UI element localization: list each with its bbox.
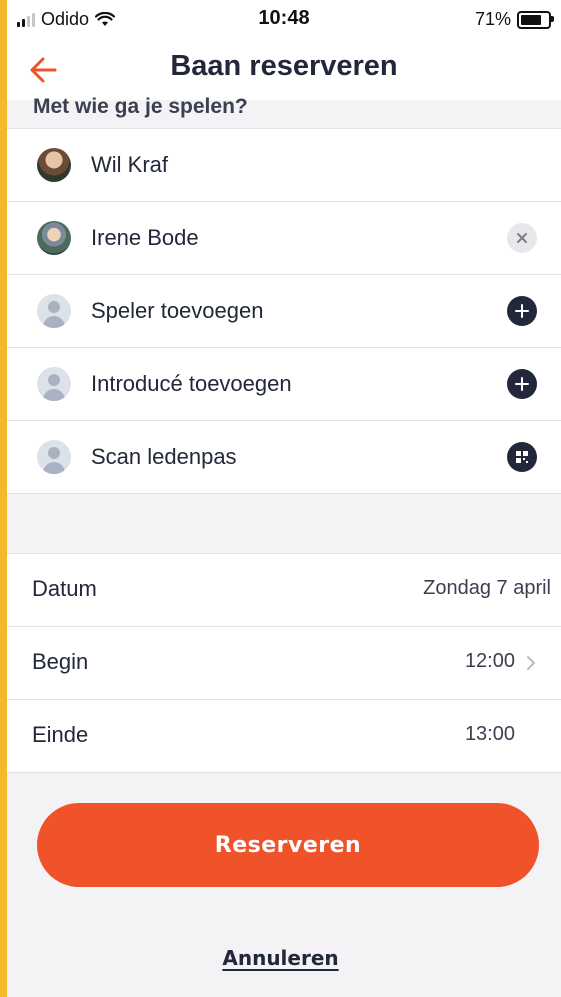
- user-placeholder-icon: [37, 294, 71, 328]
- add-player-row[interactable]: Speler toevoegen: [7, 275, 561, 348]
- plus-icon: [515, 377, 529, 391]
- plus-icon: [515, 304, 529, 318]
- avatar: [37, 221, 71, 255]
- date-label: Datum: [32, 576, 97, 601]
- reserve-button[interactable]: Reserveren: [37, 803, 539, 887]
- battery-percentage: 71%: [474, 9, 511, 29]
- top-bar: Baan reserveren: [7, 40, 561, 100]
- add-guest-row[interactable]: Introducé toevoegen: [7, 348, 561, 421]
- players-section-title: Met wie ga je spelen?: [33, 95, 248, 118]
- app-screen: Odido 10:48 71% Baan reserveren Met wie …: [7, 0, 561, 997]
- player-row-irene-bode: Irene Bode: [7, 202, 561, 275]
- players-list: Wil Kraf Irene Bode Speler toevoegen Int…: [7, 128, 561, 494]
- date-value: Zondag 7 april: [423, 577, 551, 599]
- add-player-label: Speler toevoegen: [91, 298, 264, 323]
- chevron-right-icon: [527, 656, 535, 670]
- add-player-button[interactable]: [507, 296, 537, 326]
- begin-value: 12:00: [464, 650, 515, 672]
- end-value: 13:00: [464, 723, 515, 745]
- add-guest-label: Introducé toevoegen: [91, 371, 292, 396]
- player-name: Wil Kraf: [91, 152, 168, 177]
- date-row: Datum Zondag 7 april: [7, 554, 561, 627]
- end-label: Einde: [32, 722, 89, 747]
- reservation-details: Datum Zondag 7 april Begin 12:00 Einde 1…: [7, 553, 561, 773]
- remove-player-button[interactable]: [507, 223, 537, 253]
- player-name: Irene Bode: [91, 225, 199, 250]
- cancel-link[interactable]: Annuleren: [0, 946, 561, 970]
- status-bar: Odido 10:48 71%: [7, 0, 561, 40]
- battery-info: 71%: [474, 9, 554, 30]
- begin-time-row[interactable]: Begin 12:00: [7, 627, 561, 700]
- player-row-wil-kraf: Wil Kraf: [7, 129, 561, 202]
- scan-card-label: Scan ledenpas: [91, 444, 237, 469]
- scan-card-button[interactable]: [507, 442, 537, 472]
- add-guest-button[interactable]: [507, 369, 537, 399]
- user-placeholder-icon: [37, 367, 71, 401]
- begin-label: Begin: [32, 649, 89, 674]
- battery-icon: [517, 10, 554, 29]
- avatar: [37, 148, 71, 182]
- qr-icon: [516, 451, 528, 463]
- end-time-row: Einde 13:00: [7, 700, 561, 772]
- page-title: Baan reserveren: [170, 50, 398, 82]
- close-icon: [517, 233, 527, 243]
- user-placeholder-icon: [37, 440, 71, 474]
- scan-card-row[interactable]: Scan ledenpas: [7, 421, 561, 493]
